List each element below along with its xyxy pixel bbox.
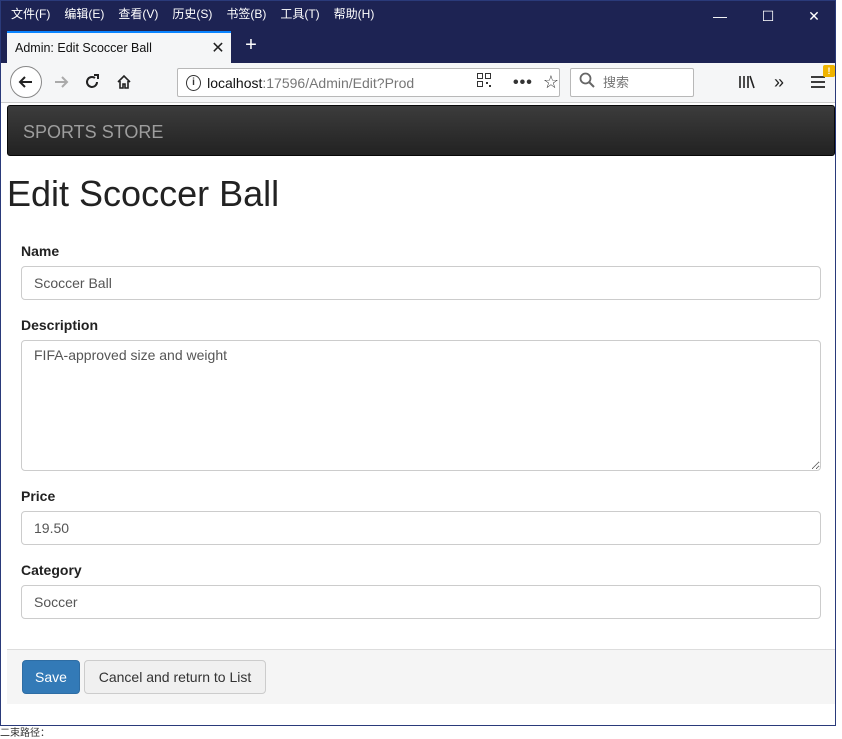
new-tab-icon[interactable]: + xyxy=(239,34,263,57)
library-icon[interactable] xyxy=(732,67,762,97)
url-bar[interactable]: i localhost:17596/Admin/Edit?Prod ••• ☆ xyxy=(177,68,560,97)
save-button[interactable]: Save xyxy=(22,660,80,694)
name-input[interactable] xyxy=(21,266,821,300)
navigation-toolbar: i localhost:17596/Admin/Edit?Prod ••• ☆ … xyxy=(1,63,835,103)
forward-icon[interactable] xyxy=(46,67,76,97)
menu-edit[interactable]: 编辑(E) xyxy=(64,5,104,22)
price-input[interactable] xyxy=(21,511,821,545)
menu-view[interactable]: 查看(V) xyxy=(118,5,158,22)
search-icon xyxy=(579,72,595,93)
category-label: Category xyxy=(21,562,82,578)
page-title: Edit Scoccer Ball xyxy=(7,173,280,214)
back-icon[interactable] xyxy=(10,66,42,98)
menu-help[interactable]: 帮助(H) xyxy=(334,5,375,22)
search-box[interactable] xyxy=(570,68,694,97)
menu-history[interactable]: 历史(S) xyxy=(172,5,212,22)
price-label: Price xyxy=(21,488,56,504)
hamburger-menu-icon[interactable]: ! xyxy=(803,65,835,97)
close-window-button[interactable]: ✕ xyxy=(791,1,837,31)
update-notification-icon: ! xyxy=(823,65,835,77)
tab-title: Admin: Edit Scoccer Ball xyxy=(15,41,152,55)
cancel-button[interactable]: Cancel and return to List xyxy=(84,660,266,694)
search-input[interactable] xyxy=(601,74,685,91)
description-textarea[interactable]: FIFA-approved size and weight xyxy=(21,340,821,471)
minimize-button[interactable]: — xyxy=(697,1,743,31)
menu-file[interactable]: 文件(F) xyxy=(11,5,50,22)
more-icon[interactable]: ••• xyxy=(513,74,533,92)
tab-admin-edit[interactable]: Admin: Edit Scoccer Ball ✕ xyxy=(7,31,231,63)
browser-window: 文件(F) 编辑(E) 查看(V) 历史(S) 书签(B) 工具(T) 帮助(H… xyxy=(0,0,836,726)
form-footer: Save Cancel and return to List xyxy=(7,649,835,704)
url-text[interactable]: localhost:17596/Admin/Edit?Prod xyxy=(207,75,443,91)
site-navbar: SPORTS STORE xyxy=(7,105,835,156)
menu-bookmarks[interactable]: 书签(B) xyxy=(226,5,266,22)
name-label: Name xyxy=(21,243,60,259)
brand-link[interactable]: SPORTS STORE xyxy=(23,122,163,143)
reload-icon[interactable] xyxy=(77,67,107,97)
maximize-button[interactable]: ☐ xyxy=(745,1,791,31)
tab-strip: Admin: Edit Scoccer Ball ✕ + xyxy=(1,31,835,63)
overflow-icon[interactable]: » xyxy=(764,67,794,97)
star-icon[interactable]: ☆ xyxy=(543,72,559,93)
page-content: SPORTS STORE Edit Scoccer Ball Name Desc… xyxy=(1,103,835,725)
category-input[interactable] xyxy=(21,585,821,619)
menu-bar: 文件(F) 编辑(E) 查看(V) 历史(S) 书签(B) 工具(T) 帮助(H… xyxy=(11,5,374,22)
url-path: :17596/Admin/Edit?Prod xyxy=(262,74,415,91)
qr-code-icon[interactable] xyxy=(477,73,492,92)
info-icon[interactable]: i xyxy=(186,74,202,91)
url-host: localhost xyxy=(207,74,263,91)
tab-close-icon[interactable]: ✕ xyxy=(205,38,231,58)
menu-tools[interactable]: 工具(T) xyxy=(280,5,319,22)
home-icon[interactable] xyxy=(109,67,139,97)
title-bar: 文件(F) 编辑(E) 查看(V) 历史(S) 书签(B) 工具(T) 帮助(H… xyxy=(1,1,835,31)
description-label: Description xyxy=(21,317,99,333)
